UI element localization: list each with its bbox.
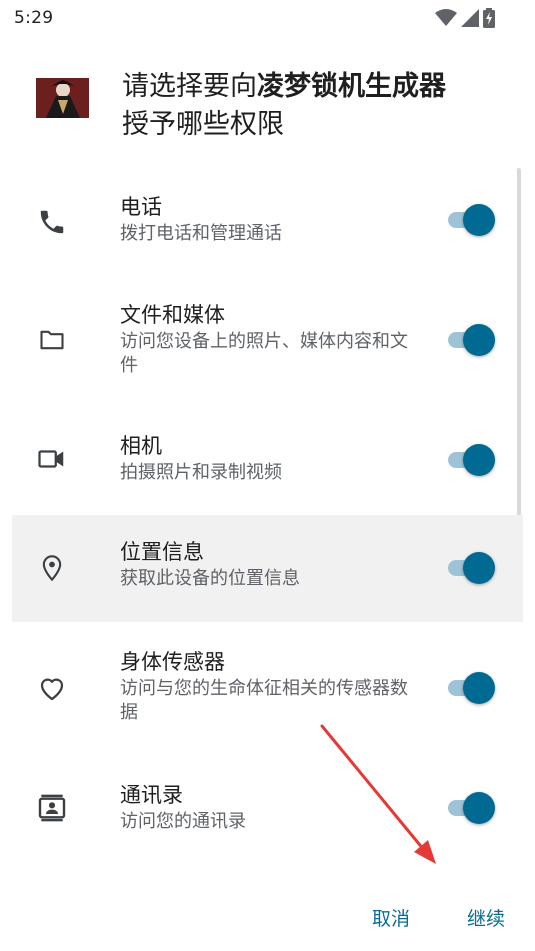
permission-item-phone[interactable]: 电话 拨打电话和管理通话 xyxy=(12,180,523,270)
app-name: 凌梦锁机生成器 xyxy=(257,71,446,102)
toggle-thumb xyxy=(463,552,495,584)
permission-toggle-files-media[interactable] xyxy=(448,324,496,356)
heart-icon xyxy=(34,671,70,707)
toggle-thumb xyxy=(463,672,495,704)
cancel-button[interactable]: 取消 xyxy=(366,900,416,935)
contacts-icon xyxy=(34,790,70,826)
permission-item-files-media[interactable]: 文件和媒体 访问您设备上的照片、媒体内容和文件 xyxy=(12,290,523,400)
toggle-thumb xyxy=(463,324,495,356)
battery-icon xyxy=(483,8,495,28)
permission-toggle-camera[interactable] xyxy=(448,444,496,476)
permission-description: 访问您设备上的照片、媒体内容和文件 xyxy=(120,331,408,376)
red-arrow-annotation xyxy=(320,724,436,864)
toggle-thumb xyxy=(463,204,495,236)
permission-text: 电话 拨打电话和管理通话 xyxy=(120,192,420,246)
location-pin-icon xyxy=(34,550,70,586)
title-suffix: 授予哪些权限 xyxy=(122,109,284,140)
status-bar: 5:29 xyxy=(0,0,535,38)
permission-description: 获取此设备的位置信息 xyxy=(120,568,300,589)
permission-description: 拨打电话和管理通话 xyxy=(120,223,282,244)
title-prefix: 请选择要向 xyxy=(122,71,257,102)
status-time: 5:29 xyxy=(14,8,54,28)
dialog-title: 请选择要向凌梦锁机生成器 授予哪些权限 xyxy=(122,68,512,144)
permission-item-camera[interactable]: 相机 拍摄照片和录制视频 xyxy=(12,415,523,505)
continue-button[interactable]: 继续 xyxy=(461,900,511,935)
signal-icon xyxy=(461,9,479,27)
permission-text: 相机 拍摄照片和录制视频 xyxy=(120,431,420,485)
permission-toggle-location[interactable] xyxy=(448,552,496,584)
permission-title: 相机 xyxy=(120,434,162,458)
permission-title: 文件和媒体 xyxy=(120,303,225,327)
toggle-thumb xyxy=(463,792,495,824)
permission-description: 拍摄照片和录制视频 xyxy=(120,462,282,483)
permission-text: 文件和媒体 访问您设备上的照片、媒体内容和文件 xyxy=(120,300,410,378)
permission-toggle-phone[interactable] xyxy=(448,204,496,236)
status-icons xyxy=(435,8,495,28)
permission-title: 位置信息 xyxy=(120,540,204,564)
app-icon xyxy=(36,78,89,118)
permission-text: 位置信息 获取此设备的位置信息 xyxy=(120,537,420,591)
permission-title: 身体传感器 xyxy=(120,650,225,674)
folder-icon xyxy=(34,322,70,358)
toggle-thumb xyxy=(463,444,495,476)
wifi-icon xyxy=(435,9,457,26)
permission-item-location[interactable]: 位置信息 获取此设备的位置信息 xyxy=(12,515,523,622)
phone-icon xyxy=(34,204,70,240)
permission-title: 电话 xyxy=(120,195,162,219)
video-camera-icon xyxy=(34,441,70,477)
